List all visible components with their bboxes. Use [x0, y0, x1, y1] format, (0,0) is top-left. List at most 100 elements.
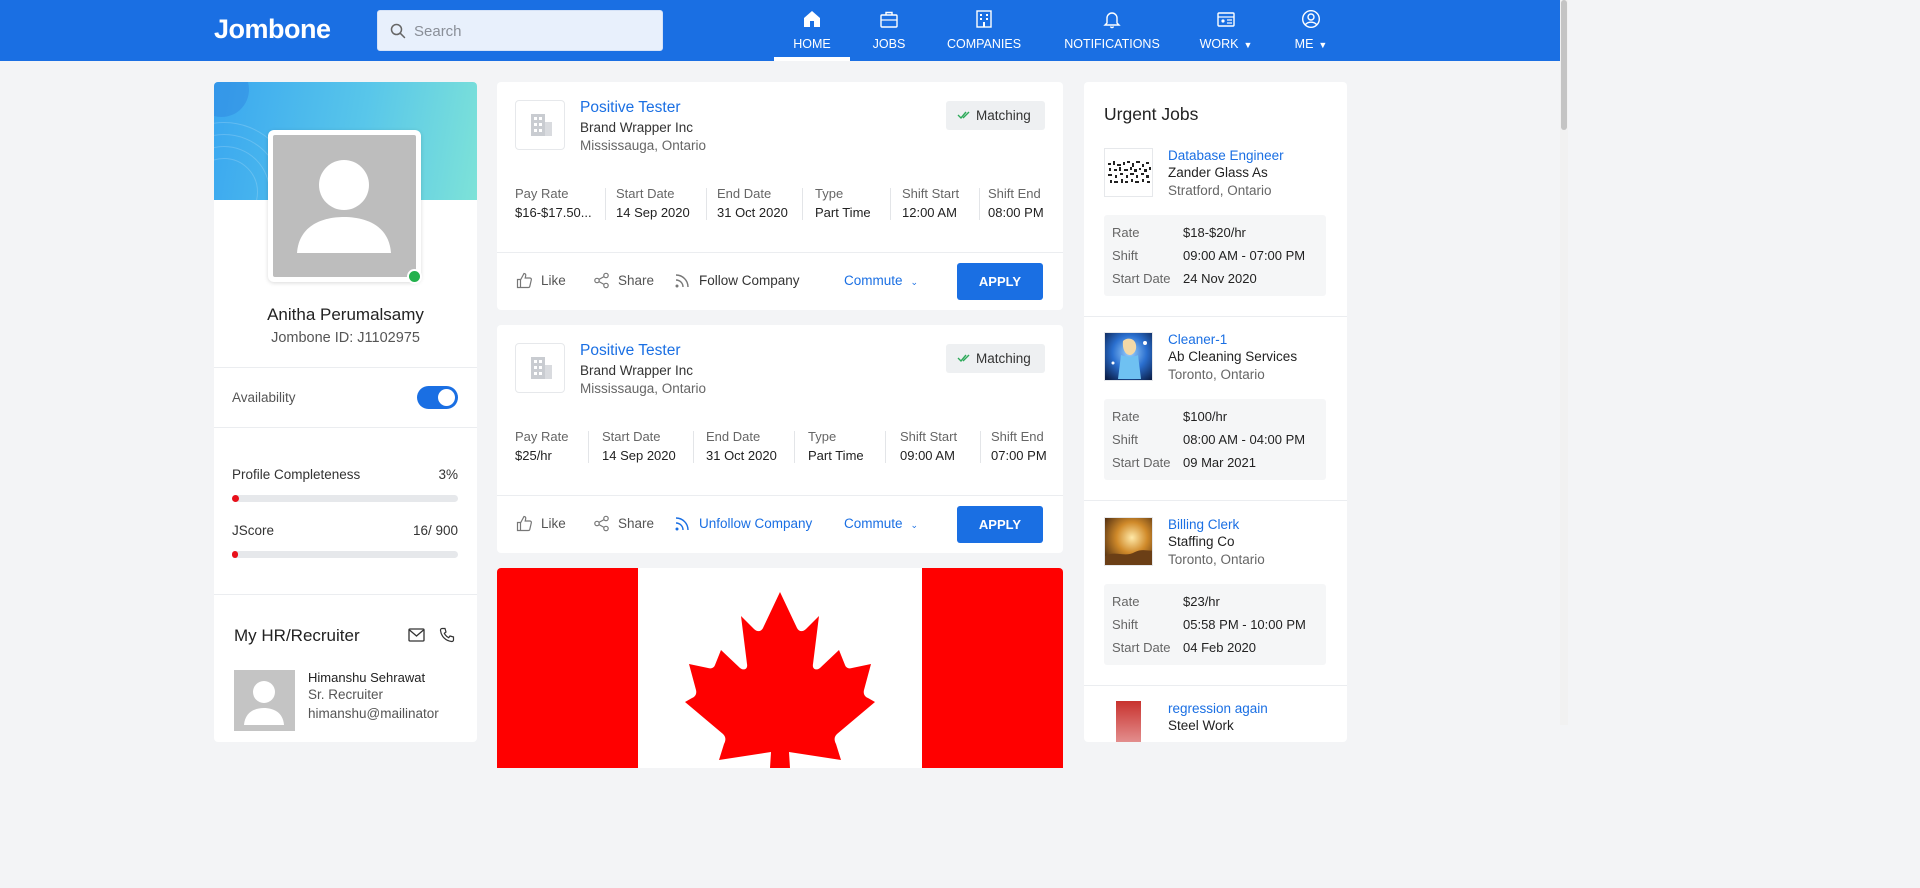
job-card: Positive Tester Brand Wrapper Inc Missis… [497, 325, 1063, 553]
urgent-job-details: Rate $100/hr Shift 08:00 AM - 04:00 PM Sta… [1104, 399, 1326, 480]
job-title-link[interactable]: Positive Tester [580, 342, 681, 360]
detail-start-date: Start Date 14 Sep 2020 [616, 186, 690, 222]
detail-label: Pay Rate [515, 429, 569, 444]
commute-dropdown[interactable]: Commute ⌄ [844, 516, 918, 531]
nav-work-label: WORK ▼ [1196, 37, 1256, 51]
company-logo[interactable] [515, 100, 565, 150]
nav-jobs[interactable]: JOBS [859, 0, 919, 61]
recruiter-email[interactable]: himanshu@mailinator [308, 706, 439, 721]
nav-companies-label: COMPANIES [946, 37, 1022, 51]
divider [214, 427, 477, 428]
urgent-job-details: Rate $23/hr Shift 05:58 PM - 10:00 PM Star… [1104, 584, 1326, 665]
detail-value: Part Time [808, 448, 864, 463]
shift-value: 05:58 PM - 10:00 PM [1183, 617, 1306, 632]
job-company: Brand Wrapper Inc [580, 120, 694, 135]
job-thumbnail [1104, 517, 1153, 566]
double-check-icon [957, 354, 970, 363]
detail-label: Start Date [602, 429, 661, 444]
urgent-job-item[interactable]: Cleaner-1 Ab Cleaning Services Toronto, … [1084, 332, 1347, 500]
urgent-job-details: Rate $18-$20/hr Shift 09:00 AM - 07:00 PM … [1104, 215, 1326, 296]
search-input[interactable] [414, 19, 654, 43]
nav-me[interactable]: ME ▼ [1286, 0, 1336, 61]
urgent-job-title-link[interactable]: Cleaner-1 [1168, 332, 1227, 347]
chevron-down-icon: ⌄ [910, 277, 919, 287]
urgent-job-location: Toronto, Ontario [1168, 367, 1265, 382]
page-scrollbar-thumb[interactable] [1561, 0, 1567, 130]
building-icon [531, 114, 552, 136]
company-logo[interactable] [515, 343, 565, 393]
start-date-value: 09 Mar 2021 [1183, 455, 1256, 470]
nav-home[interactable]: HOME [774, 0, 850, 61]
detail-end-date: End Date 31 Oct 2020 [717, 186, 788, 222]
job-location: Mississauga, Ontario [580, 138, 707, 153]
divider [1084, 685, 1347, 686]
rate-label: Rate [1112, 225, 1140, 240]
urgent-job-title-link[interactable]: regression again [1168, 701, 1268, 716]
divider [1084, 316, 1347, 317]
detail-separator [588, 431, 589, 463]
matching-badge: Matching [946, 344, 1045, 373]
start-date-value: 04 Feb 2020 [1183, 640, 1257, 655]
commute-dropdown[interactable]: Commute ⌄ [844, 273, 918, 288]
shift-value: 08:00 AM - 04:00 PM [1183, 432, 1306, 447]
matching-badge: Matching [946, 101, 1045, 130]
mail-icon[interactable] [408, 628, 425, 642]
urgent-job-company: Staffing Co [1168, 534, 1235, 549]
job-thumbnail [1116, 701, 1141, 742]
rate-value: $100/hr [1183, 409, 1228, 424]
availability-toggle[interactable] [417, 386, 458, 409]
user-circle-icon [1301, 9, 1321, 29]
bell-icon [1103, 12, 1121, 29]
nav-companies[interactable]: COMPANIES [944, 0, 1024, 61]
detail-value: 08:00 PM [988, 205, 1044, 220]
search-box[interactable] [377, 10, 663, 51]
shift-label: Shift [1112, 432, 1139, 447]
caret-down-icon: ▼ [1243, 40, 1253, 50]
share-label: Share [618, 273, 655, 288]
recruiter-section-title: My HR/Recruiter [234, 626, 360, 645]
canada-flag-image [497, 568, 1063, 768]
jombone-logo[interactable]: Jombone [214, 14, 331, 45]
availability-label: Availability [232, 390, 296, 405]
urgent-job-item[interactable]: Database Engineer Zander Glass As Stratf… [1084, 148, 1347, 316]
like-label: Like [541, 516, 566, 531]
detail-separator [794, 431, 795, 463]
nav-me-label: ME ▼ [1286, 37, 1336, 51]
commute-label: Commute [844, 516, 903, 531]
profile-card: Anitha Perumalsamy Jombone ID: J1102975 … [214, 82, 477, 742]
rate-label: Rate [1112, 409, 1140, 424]
apply-button[interactable]: APPLY [957, 506, 1043, 543]
detail-shift-start: Shift Start 12:00 AM [902, 186, 959, 222]
detail-label: Shift End [991, 429, 1044, 444]
phone-icon[interactable] [439, 627, 455, 643]
job-details-row: Pay Rate $16-$17.50... Start Date 14 Sep 2… [515, 186, 1045, 222]
rate-value: $18-$20/hr [1183, 225, 1246, 240]
urgent-job-item[interactable]: Billing Clerk Staffing Co Toronto, Ontar… [1084, 517, 1347, 685]
detail-label: Type [815, 186, 844, 201]
nav-notifications[interactable]: NOTIFICATIONS [1062, 0, 1162, 61]
divider [497, 495, 1063, 496]
home-icon [804, 11, 820, 27]
nav-work[interactable]: WORK ▼ [1196, 0, 1256, 61]
thumbs-up-icon [516, 272, 532, 289]
job-title-link[interactable]: Positive Tester [580, 99, 681, 117]
detail-separator [605, 188, 606, 220]
nav-home-label: HOME [793, 37, 831, 51]
recruiter-avatar[interactable] [234, 670, 295, 731]
detail-separator [706, 188, 707, 220]
online-status-dot [407, 269, 422, 284]
detail-separator [693, 431, 694, 463]
urgent-job-item[interactable]: regression again Steel Work [1084, 701, 1347, 742]
share-icon [594, 515, 609, 532]
jscore-label: JScore [232, 523, 275, 538]
jscore-bar [232, 551, 458, 558]
share-icon [594, 272, 609, 289]
urgent-job-title-link[interactable]: Billing Clerk [1168, 517, 1239, 532]
detail-label: Shift End [988, 186, 1041, 201]
top-navbar: Jombone HOME JOBS COMPANIES NOTIFICATION… [0, 0, 1560, 61]
urgent-job-title-link[interactable]: Database Engineer [1168, 148, 1284, 163]
detail-value: 09:00 AM [900, 448, 955, 463]
apply-button[interactable]: APPLY [957, 263, 1043, 300]
profile-avatar[interactable] [268, 130, 421, 282]
matching-label: Matching [976, 351, 1031, 366]
